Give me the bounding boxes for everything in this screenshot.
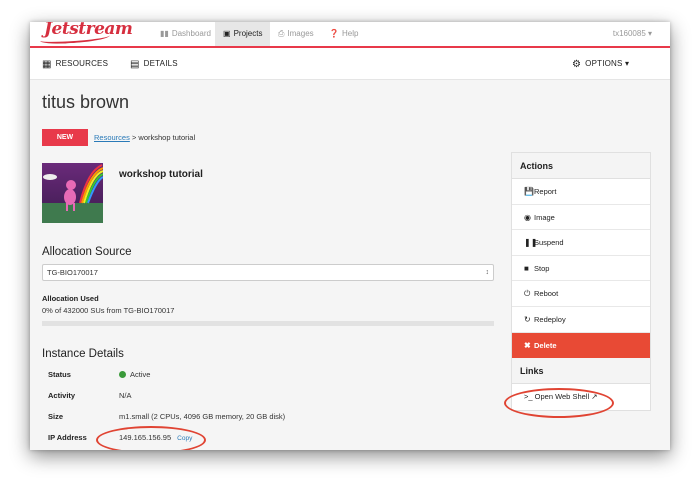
image-button[interactable]: ◉ Image (512, 204, 650, 231)
allocation-source-select[interactable]: TG-BIO170017 ↕ (42, 264, 494, 281)
nav-help[interactable]: ❓ Help (321, 22, 366, 46)
instance-thumbnail (42, 163, 103, 223)
report-button[interactable]: 💾Report (512, 179, 650, 205)
app-window: Jetstream ▮▮ Dashboard ▣ Projects ⎙ Images … (30, 22, 670, 450)
tab-resources[interactable]: ▦ RESOURCES (42, 48, 108, 80)
delete-button[interactable]: ✖ Delete (512, 332, 650, 359)
select-arrows-icon: ↕ (485, 269, 490, 276)
actions-panel: Actions 💾Report ◉ Image ❚❚Suspend ■ Stop ⏻… (511, 152, 651, 412)
page-title: titus brown (42, 92, 130, 112)
tab-details[interactable]: ▤ DETAILS (130, 48, 178, 80)
nav-projects[interactable]: ▣ Projects (215, 22, 271, 46)
folder-open-icon: ▣ (223, 29, 231, 38)
activity-value: N/A (119, 391, 132, 400)
gear-icon: ⚙ (572, 59, 582, 70)
copy-ip-link[interactable]: Copy (177, 435, 192, 442)
user-menu[interactable]: tx160085 ▾ (613, 22, 652, 46)
sub-navbar: ▦ RESOURCES ▤ DETAILS ⚙ OPTIONS ▾ (30, 48, 670, 80)
redo-icon: ↻ (524, 314, 531, 324)
size-value: m1.small (2 CPUs, 4096 GB memory, 20 GB … (119, 412, 286, 421)
stop-icon: ■ (524, 263, 529, 273)
ip-address-value: 149.165.156.95 (119, 433, 172, 442)
close-icon: ✖ (524, 340, 531, 350)
status-value: Active (130, 370, 151, 379)
terminal-icon: >_ (524, 392, 535, 402)
jetstream-logo[interactable]: Jetstream (39, 22, 133, 45)
instance-name: workshop tutorial (119, 169, 203, 180)
power-icon: ⏻ (524, 289, 531, 299)
image-icon: ⎙ (278, 29, 285, 38)
grid-icon: ▦ (42, 59, 52, 70)
breadcrumb-resources-link[interactable]: Resources (94, 133, 130, 142)
breadcrumb-current: workshop tutorial (138, 133, 196, 142)
allocation-heading: Allocation Source (42, 246, 132, 258)
links-heading: Links (512, 358, 650, 385)
redeploy-button[interactable]: ↻ Redeploy (512, 306, 650, 333)
stop-button[interactable]: ■ Stop (512, 255, 650, 282)
new-button[interactable]: NEW (42, 129, 88, 146)
reboot-button[interactable]: ⏻ Reboot (512, 281, 650, 307)
detail-row-activity: Activity N/A (42, 387, 494, 405)
open-web-shell-link[interactable]: >_ Open Web Shell ↗ (512, 384, 650, 410)
top-navbar: Jetstream ▮▮ Dashboard ▣ Projects ⎙ Images … (30, 22, 670, 48)
allocation-progress-bar (42, 321, 494, 326)
detail-row-size: Size m1.small (2 CPUs, 4096 GB memory, 2… (42, 408, 494, 426)
options-dropdown[interactable]: ⚙ OPTIONS ▾ (572, 48, 629, 80)
status-active-icon (119, 371, 126, 378)
nav-images[interactable]: ⎙ Images (270, 22, 322, 46)
actions-heading: Actions (512, 153, 650, 179)
pause-icon: ❚❚ (524, 238, 538, 248)
external-link-icon: ↗ (589, 392, 598, 402)
floppy-icon: 💾 (524, 187, 534, 196)
breadcrumb: Resources > workshop tutorial (94, 133, 196, 142)
question-icon: ❓ (329, 29, 339, 38)
instance-details-heading: Instance Details (42, 348, 124, 360)
allocation-used-text: 0% of 432000 SUs from TG-BIO170017 (42, 306, 175, 315)
allocation-used-label: Allocation Used (42, 294, 99, 303)
nav-dashboard[interactable]: ▮▮ Dashboard (152, 22, 219, 46)
camera-icon: ◉ (524, 212, 531, 222)
detail-row-ip: IP Address 149.165.156.95 Copy (48, 433, 193, 442)
bar-chart-icon: ▮▮ (160, 29, 169, 38)
detail-row-status: Status Active (48, 370, 151, 379)
suspend-button[interactable]: ❚❚Suspend (512, 230, 650, 256)
list-icon: ▤ (130, 59, 140, 70)
